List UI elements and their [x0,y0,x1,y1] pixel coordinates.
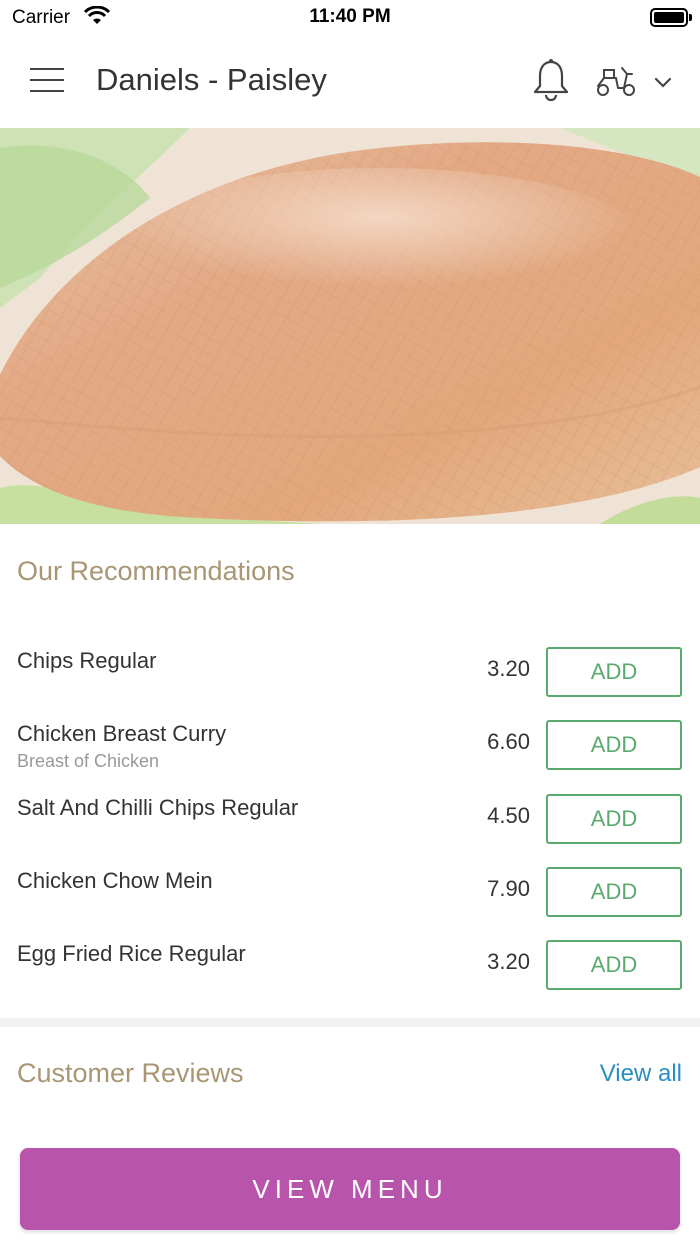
list-item: Salt And Chilli Chips Regular 4.50 ADD [0,787,700,847]
chevron-down-icon [654,77,672,88]
menu-icon[interactable] [30,66,64,94]
roast-duck-image [0,128,700,524]
delivery-mode-selector[interactable] [594,64,678,100]
item-price: 6.60 [487,729,530,754]
add-button[interactable]: ADD [546,720,682,770]
section-divider [0,1018,700,1027]
list-item: Chicken Breast Curry Breast of Chicken 6… [0,713,700,773]
page-title: Daniels - Paisley [96,62,327,97]
item-price: 4.50 [487,803,530,828]
item-name: Salt And Chilli Chips Regular [17,795,299,820]
add-button[interactable]: ADD [546,867,682,917]
bell-icon[interactable] [530,58,572,102]
list-item: Chicken Chow Mein 7.90 ADD [0,860,700,920]
view-all-reviews-link[interactable]: View all [600,1060,682,1088]
list-item: Chips Regular 3.20 ADD [0,640,700,700]
app-header: Daniels - Paisley [0,36,700,128]
item-name: Chips Regular [17,648,157,673]
add-button[interactable]: ADD [546,940,682,990]
reviews-heading: Customer Reviews [17,1058,244,1088]
recommendations-heading: Our Recommendations [17,556,295,586]
item-name: Chicken Breast Curry [17,721,227,746]
status-bar: Carrier 11:40 PM [0,0,700,36]
scooter-icon [597,67,635,96]
item-price: 7.90 [487,876,530,901]
clock: 11:40 PM [309,6,391,27]
battery-icon [650,8,692,27]
hero-food-image [0,128,700,524]
item-price: 3.20 [487,656,530,681]
item-name: Egg Fried Rice Regular [17,941,246,966]
add-button[interactable]: ADD [546,794,682,844]
item-description: Breast of Chicken [17,751,160,771]
list-item: Egg Fried Rice Regular 3.20 ADD [0,933,700,993]
view-menu-button[interactable]: VIEW MENU [20,1148,680,1230]
item-price: 3.20 [487,949,530,974]
add-button[interactable]: ADD [546,647,682,697]
item-name: Chicken Chow Mein [17,868,213,893]
